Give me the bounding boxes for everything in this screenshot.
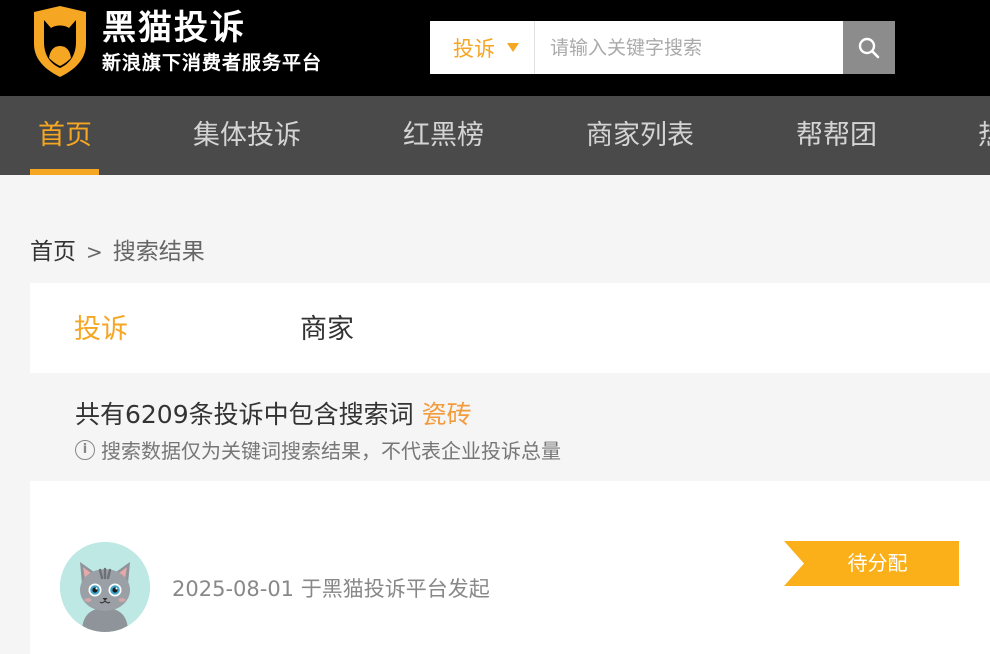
- tab-complaints[interactable]: 投诉: [74, 283, 128, 373]
- avatar: [60, 542, 150, 632]
- complaint-meta: 2025-08-01 于黑猫投诉平台发起: [172, 577, 490, 601]
- nav-item-home[interactable]: 首页: [38, 96, 92, 175]
- status-badge: 待分配: [784, 541, 959, 586]
- caret-down-icon: [507, 43, 519, 52]
- search-icon: [858, 37, 880, 58]
- brand-title: 黑猫投诉: [102, 8, 246, 48]
- search-button[interactable]: [843, 21, 895, 74]
- result-count-prefix: 共有6209条投诉中包含搜索词: [75, 400, 414, 429]
- result-count-text: 共有6209条投诉中包含搜索词 瓷砖: [75, 395, 472, 431]
- nav-item-merchants[interactable]: 商家列表: [586, 96, 694, 175]
- breadcrumb-separator: >: [86, 240, 103, 264]
- tab-merchants[interactable]: 商家: [300, 283, 354, 373]
- nav-active-indicator: [30, 169, 99, 175]
- notice-text: 搜索数据仅为关键词搜索结果，不代表企业投诉总量: [101, 439, 561, 463]
- brand-subtitle: 新浪旗下消费者服务平台: [102, 52, 323, 74]
- main-nav: 首页 集体投诉 红黑榜 商家列表 帮帮团 热: [0, 96, 990, 175]
- nav-item-more[interactable]: 热: [978, 96, 990, 175]
- breadcrumb: 首页 > 搜索结果: [30, 236, 205, 268]
- search-notice: i 搜索数据仅为关键词搜索结果，不代表企业投诉总量: [75, 435, 561, 464]
- info-icon: i: [75, 439, 95, 460]
- black-cat-shield-icon: [34, 6, 86, 77]
- complaint-card[interactable]: 2025-08-01 于黑猫投诉平台发起 待分配: [30, 481, 990, 654]
- breadcrumb-current: 搜索结果: [112, 239, 205, 265]
- search-type-label: 投诉: [453, 36, 495, 61]
- site-header: 黑猫投诉 新浪旗下消费者服务平台 投诉: [0, 0, 990, 96]
- search-bar: 投诉: [430, 21, 895, 74]
- nav-item-help-group[interactable]: 帮帮团: [796, 96, 877, 175]
- search-type-dropdown[interactable]: 投诉: [430, 21, 535, 74]
- site-logo[interactable]: 黑猫投诉 新浪旗下消费者服务平台: [30, 6, 360, 80]
- nav-item-group-complaints[interactable]: 集体投诉: [193, 96, 301, 175]
- search-input[interactable]: [536, 21, 843, 74]
- cat-avatar-icon: [60, 542, 150, 632]
- status-label: 待分配: [847, 551, 908, 575]
- search-keyword: 瓷砖: [421, 400, 472, 429]
- search-summary: 共有6209条投诉中包含搜索词 瓷砖 i 搜索数据仅为关键词搜索结果，不代表企业…: [30, 373, 990, 481]
- result-tabs: 投诉 商家: [30, 283, 990, 373]
- breadcrumb-home[interactable]: 首页: [30, 239, 76, 265]
- nav-item-ranking[interactable]: 红黑榜: [403, 96, 484, 175]
